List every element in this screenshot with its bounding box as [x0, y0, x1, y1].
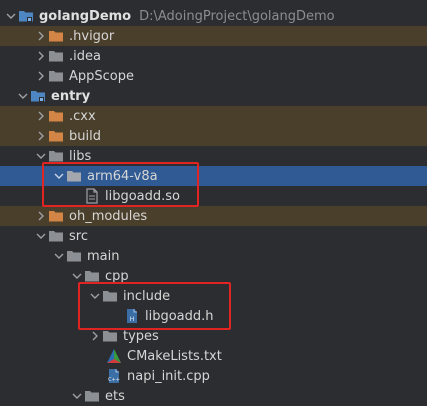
chevron-right-icon[interactable]	[34, 206, 48, 226]
tree-label-build: build	[69, 128, 101, 144]
folder-icon	[66, 168, 82, 184]
folder-icon	[66, 248, 82, 264]
chevron-right-icon[interactable]	[34, 66, 48, 86]
folder-icon	[48, 148, 64, 164]
chevron-down-icon[interactable]	[34, 146, 48, 166]
folder-icon	[84, 388, 100, 404]
folder-icon	[48, 48, 64, 64]
cpp-file-icon: C++	[106, 368, 122, 384]
cmake-icon	[106, 348, 122, 364]
tree-label-cmake: CMakeLists.txt	[127, 348, 222, 364]
chevron-down-icon[interactable]	[88, 286, 102, 306]
tree-row-src[interactable]: src	[0, 226, 427, 246]
tree-label-include: include	[123, 288, 171, 304]
chevron-right-icon[interactable]	[34, 126, 48, 146]
module-folder-icon	[30, 88, 46, 104]
tree-row-include[interactable]: include	[0, 286, 427, 306]
tree-label-libs: libs	[69, 148, 92, 164]
tree-row-libs[interactable]: libs	[0, 146, 427, 166]
chevron-down-icon[interactable]	[4, 6, 18, 26]
folder-icon	[102, 288, 118, 304]
tree-label-entry: entry	[51, 88, 91, 104]
chevron-down-icon[interactable]	[34, 226, 48, 246]
tree-label-libso: libgoadd.so	[105, 188, 181, 204]
excluded-folder-icon	[48, 208, 64, 224]
tree-row-project-root[interactable]: golangDemo D:\AdoingProject\golangDemo	[0, 6, 427, 26]
project-tree: golangDemo D:\AdoingProject\golangDemo .…	[0, 0, 427, 406]
folder-icon	[48, 68, 64, 84]
tree-label-idea: .idea	[69, 48, 101, 64]
svg-text:C++: C++	[108, 377, 120, 383]
excluded-folder-icon	[48, 108, 64, 124]
tree-label-types: types	[123, 328, 159, 344]
tree-row-main[interactable]: main	[0, 246, 427, 266]
tree-label-main: main	[87, 248, 120, 264]
tree-label-arm64: arm64-v8a	[87, 168, 158, 184]
tree-row-hvigor[interactable]: .hvigor	[0, 26, 427, 46]
tree-row-appscope[interactable]: AppScope	[0, 66, 427, 86]
chevron-down-icon[interactable]	[52, 246, 66, 266]
excluded-folder-icon	[48, 128, 64, 144]
svg-text:H: H	[130, 316, 135, 323]
chevron-down-icon[interactable]	[16, 86, 30, 106]
tree-label-appscope: AppScope	[69, 68, 134, 84]
chevron-right-icon[interactable]	[34, 46, 48, 66]
tree-label-src: src	[69, 228, 88, 244]
tree-row-cpp[interactable]: cpp	[0, 266, 427, 286]
header-file-icon: H	[124, 308, 140, 324]
tree-row-ets[interactable]: ets	[0, 386, 427, 406]
chevron-down-icon[interactable]	[52, 166, 66, 186]
file-icon	[84, 188, 100, 204]
tree-row-types[interactable]: types	[0, 326, 427, 346]
tree-row-cxx[interactable]: .cxx	[0, 106, 427, 126]
chevron-down-icon[interactable]	[70, 266, 84, 286]
project-path: D:\AdoingProject\golangDemo	[139, 8, 335, 24]
folder-icon	[48, 228, 64, 244]
tree-row-idea[interactable]: .idea	[0, 46, 427, 66]
chevron-right-icon[interactable]	[88, 326, 102, 346]
chevron-right-icon[interactable]	[34, 26, 48, 46]
chevron-right-icon[interactable]	[34, 106, 48, 126]
tree-label-hvigor: .hvigor	[69, 28, 115, 44]
tree-label-libh: libgoadd.h	[145, 308, 214, 324]
tree-row-entry[interactable]: entry	[0, 86, 427, 106]
module-folder-icon	[18, 8, 34, 24]
tree-label-cpp: cpp	[105, 268, 129, 284]
project-name: golangDemo	[39, 8, 132, 24]
tree-label-napi: napi_init.cpp	[127, 368, 210, 384]
tree-label-oh-modules: oh_modules	[69, 208, 148, 224]
folder-icon	[84, 268, 100, 284]
folder-icon	[102, 328, 118, 344]
chevron-down-icon[interactable]	[70, 386, 84, 406]
excluded-folder-icon	[48, 28, 64, 44]
tree-label-ets: ets	[105, 388, 125, 404]
tree-row-napi[interactable]: C++ napi_init.cpp	[0, 366, 427, 386]
tree-label-cxx: .cxx	[69, 108, 96, 124]
tree-row-libso[interactable]: libgoadd.so	[0, 186, 427, 206]
tree-row-arm64[interactable]: arm64-v8a	[0, 166, 427, 186]
tree-row-build[interactable]: build	[0, 126, 427, 146]
tree-row-libh[interactable]: H libgoadd.h	[0, 306, 427, 326]
tree-row-oh-modules[interactable]: oh_modules	[0, 206, 427, 226]
tree-row-cmake[interactable]: CMakeLists.txt	[0, 346, 427, 366]
